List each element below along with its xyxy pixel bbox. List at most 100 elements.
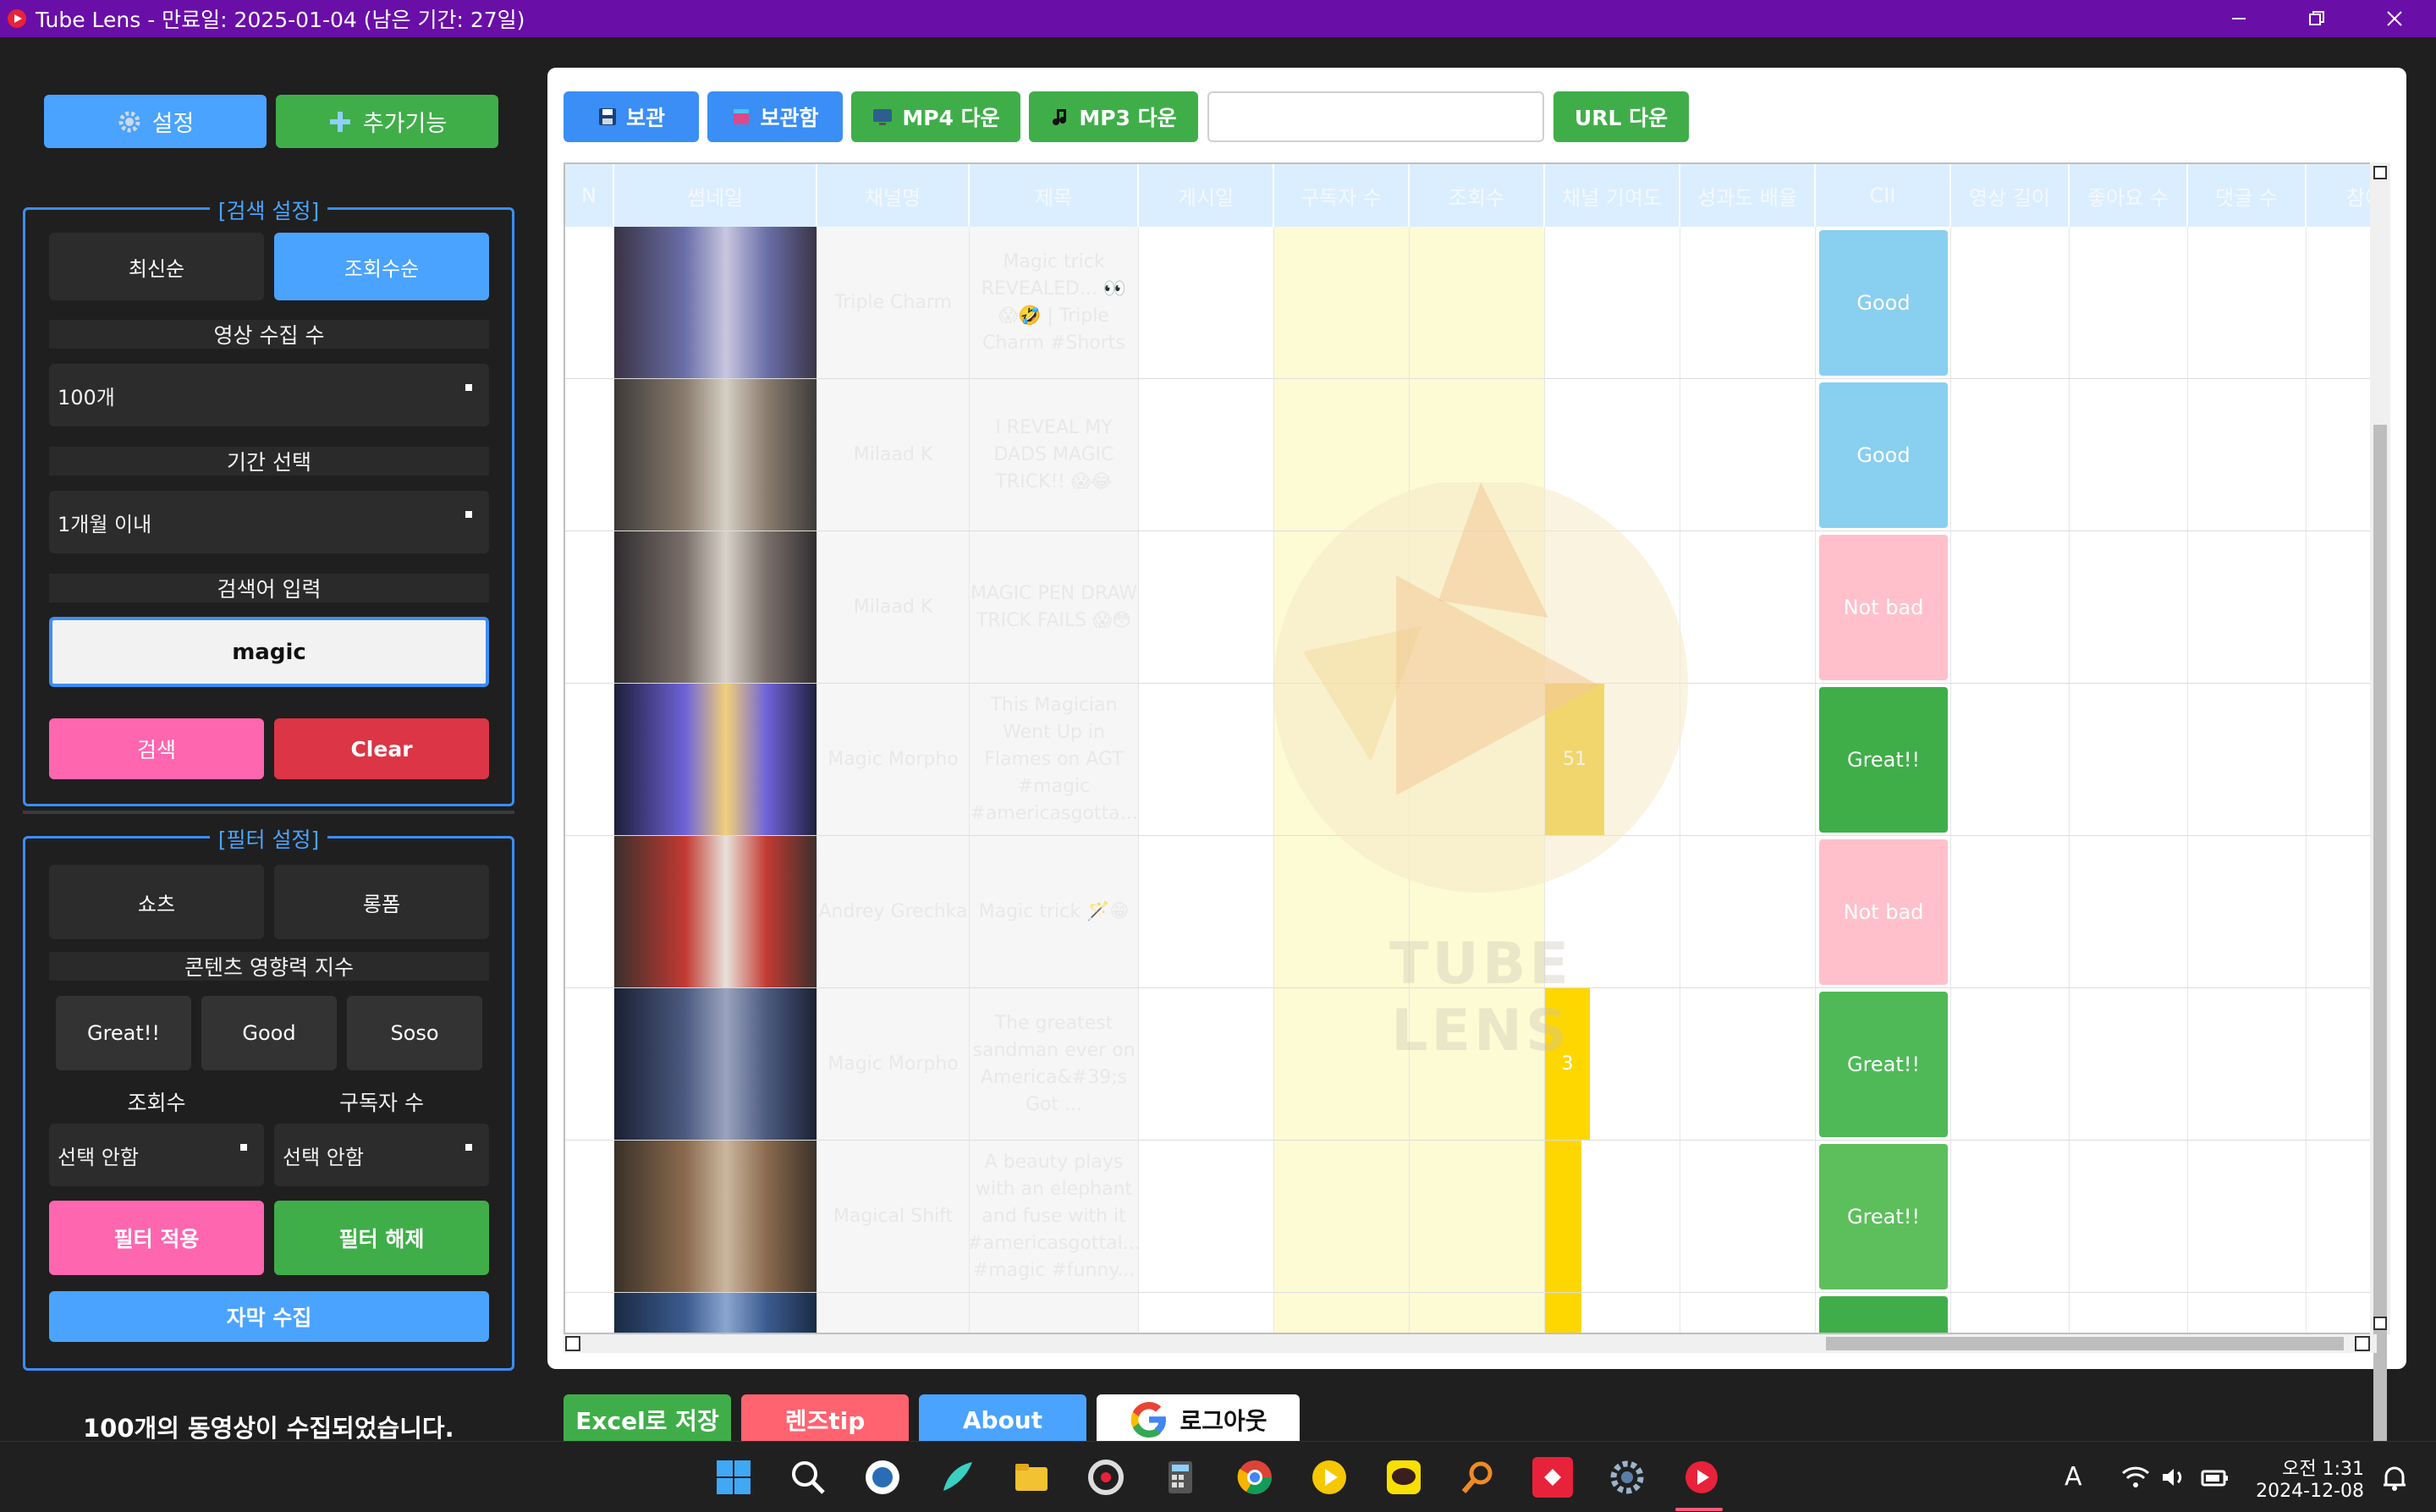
about-button[interactable]: About — [919, 1394, 1086, 1445]
photoscape-icon[interactable] — [1086, 1457, 1126, 1498]
remote-app-icon[interactable] — [1532, 1457, 1573, 1498]
column-header[interactable]: 채널 기여도 — [1545, 164, 1680, 227]
duration-cell — [1951, 379, 2070, 531]
clock-date[interactable]: 2024-12-08 — [2242, 1481, 2364, 1502]
mp4-download-button[interactable]: MP4 다운 — [851, 91, 1020, 142]
file-explorer-icon[interactable] — [1011, 1457, 1052, 1498]
kakaotalk-icon[interactable] — [1383, 1457, 1424, 1498]
column-header[interactable]: N — [565, 164, 614, 227]
minimize-button[interactable] — [2200, 0, 2278, 37]
horizontal-scroll-thumb[interactable] — [1826, 1337, 2344, 1350]
subscribers-cell — [1274, 531, 1410, 684]
maximize-button[interactable] — [2278, 0, 2356, 37]
views-filter-select[interactable]: 선택 안함 — [49, 1124, 264, 1186]
feather-app-icon[interactable] — [937, 1457, 977, 1498]
comments-cell — [2188, 531, 2307, 684]
emp-app-icon[interactable] — [862, 1457, 903, 1498]
views-cell — [1410, 379, 1545, 531]
extra-features-button[interactable]: 추가기능 — [276, 95, 498, 148]
scroll-left-arrow-icon[interactable] — [565, 1336, 580, 1351]
column-header[interactable]: 조회수 — [1410, 164, 1545, 227]
contribution-bar: 51 — [1545, 684, 1604, 835]
keyword-input[interactable] — [49, 617, 489, 687]
apply-filter-button[interactable]: 필터 적용 — [49, 1201, 264, 1275]
subscribers-filter-select[interactable]: 선택 안함 — [274, 1124, 489, 1186]
calculator-icon[interactable] — [1160, 1457, 1201, 1498]
shorts-button[interactable]: 쇼츠 — [49, 865, 264, 939]
likes-cell — [2070, 227, 2188, 379]
cii-good-button[interactable]: Good — [201, 996, 337, 1070]
column-header[interactable]: 영상 길이 — [1951, 164, 2070, 227]
search-button[interactable]: 검색 — [49, 718, 264, 779]
notification-bell-icon[interactable] — [2374, 1457, 2415, 1498]
period-label: 기간 선택 — [49, 447, 489, 476]
column-header[interactable]: 참여 — [2307, 164, 2375, 227]
collect-subtitles-button[interactable]: 자막 수집 — [49, 1291, 489, 1342]
ime-indicator[interactable]: A — [2065, 1462, 2082, 1492]
clock-time[interactable]: 오전 1:31 — [2242, 1454, 2364, 1481]
column-header[interactable]: 댓글 수 — [2188, 164, 2307, 227]
close-button[interactable] — [2356, 0, 2433, 37]
media-player-icon[interactable] — [1309, 1457, 1350, 1498]
volume-icon[interactable] — [2154, 1457, 2195, 1498]
column-header[interactable]: 구독자 수 — [1274, 164, 1410, 227]
chrome-icon[interactable] — [1234, 1457, 1275, 1498]
thumbnail-image[interactable] — [614, 1293, 817, 1333]
thumbnail-image[interactable] — [614, 836, 817, 987]
contribution-cell — [1545, 1293, 1680, 1333]
duration-cell — [1951, 1293, 2070, 1333]
search-icon[interactable] — [788, 1457, 828, 1498]
excel-save-button[interactable]: Excel로 저장 — [564, 1394, 731, 1445]
views-filter-value: 선택 안함 — [58, 1145, 139, 1169]
google-logo-icon — [1131, 1402, 1167, 1438]
column-header[interactable]: 좋아요 수 — [2070, 164, 2188, 227]
period-select[interactable]: 1개월 이내 — [49, 491, 489, 553]
column-header[interactable]: 채널명 — [817, 164, 970, 227]
mp3-download-button[interactable]: MP3 다운 — [1029, 91, 1198, 142]
longform-button[interactable]: 롱폼 — [274, 865, 489, 939]
column-header[interactable]: CII — [1816, 164, 1951, 227]
url-download-button[interactable]: URL 다운 — [1553, 91, 1689, 142]
vertical-scrollbar[interactable] — [2370, 162, 2390, 1484]
reset-filter-button[interactable]: 필터 해제 — [274, 1201, 489, 1275]
sort-views-button[interactable]: 조회수순 — [274, 233, 489, 300]
column-header[interactable]: 썸네일 — [614, 164, 817, 227]
likes-cell — [2070, 1141, 2188, 1293]
cii-great-button[interactable]: Great!! — [56, 996, 191, 1070]
thumbnail-image[interactable] — [614, 988, 817, 1140]
scroll-right-arrow-icon[interactable] — [2355, 1336, 2370, 1351]
windows-start-icon[interactable] — [713, 1457, 754, 1498]
archive-box-icon — [734, 109, 750, 124]
scroll-up-arrow-icon[interactable] — [2373, 166, 2387, 179]
settings-button[interactable]: 설정 — [44, 95, 267, 148]
magnifier-app-icon[interactable] — [1458, 1457, 1498, 1498]
logout-button[interactable]: 로그아웃 — [1097, 1394, 1300, 1445]
column-header[interactable]: 성과도 배율 — [1680, 164, 1816, 227]
archive-button[interactable]: 보관함 — [707, 91, 843, 142]
wifi-icon[interactable] — [2115, 1457, 2156, 1498]
scroll-down-arrow-icon[interactable] — [2373, 1317, 2387, 1330]
thumbnail-image[interactable] — [614, 379, 817, 531]
lens-tip-button[interactable]: 렌즈tip — [741, 1394, 909, 1445]
column-header[interactable]: 게시일 — [1139, 164, 1274, 227]
thumbnail-cell — [614, 988, 817, 1141]
horizontal-scrollbar[interactable] — [564, 1334, 2377, 1353]
engagement-cell — [2307, 531, 2375, 684]
cii-soso-button[interactable]: Soso — [347, 996, 482, 1070]
sort-latest-button[interactable]: 최신순 — [49, 233, 264, 300]
thumbnail-image[interactable] — [614, 531, 817, 683]
thumbnail-image[interactable] — [614, 227, 817, 378]
tube-lens-taskbar-icon[interactable] — [1681, 1457, 1722, 1498]
cii-cell: Great!! — [1816, 684, 1951, 836]
settings-gear-icon[interactable] — [1607, 1457, 1647, 1498]
url-input[interactable] — [1207, 91, 1544, 142]
count-select[interactable]: 100개 — [49, 364, 489, 426]
save-button[interactable]: 보관 — [564, 91, 699, 142]
contribution-cell — [1545, 1141, 1680, 1293]
clear-button[interactable]: Clear — [274, 718, 489, 779]
thumbnail-image[interactable] — [614, 1141, 817, 1292]
music-note-icon — [1053, 109, 1067, 125]
thumbnail-image[interactable] — [614, 684, 817, 835]
battery-icon[interactable] — [2195, 1457, 2235, 1498]
column-header[interactable]: 제목 — [970, 164, 1139, 227]
